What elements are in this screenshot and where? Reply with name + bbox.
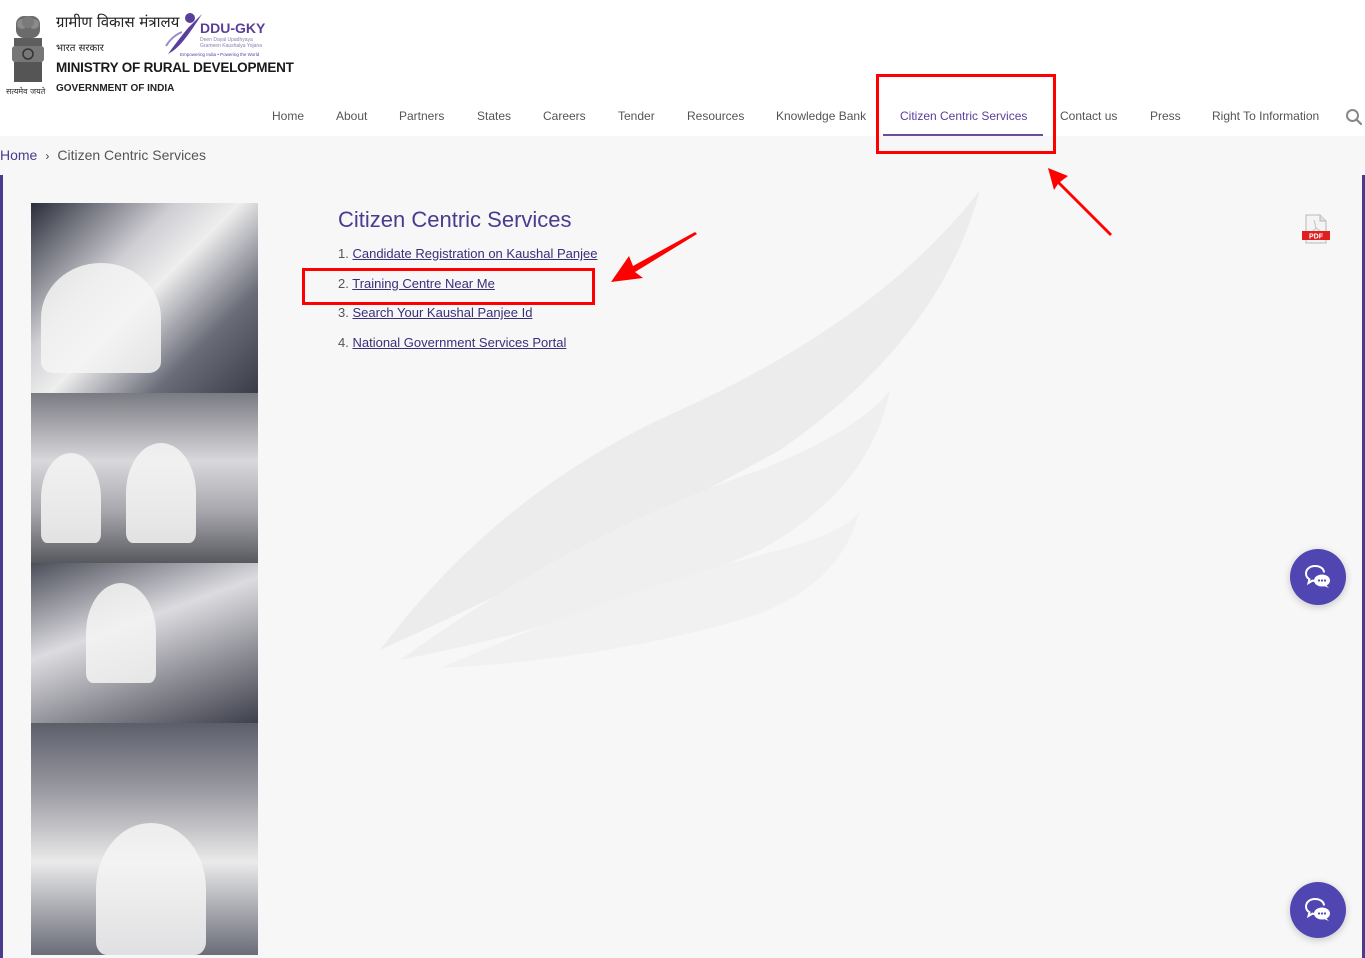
services-list: 1. Candidate Registration on Kaushal Pan… [338, 246, 597, 364]
service-link-national-govt-services-portal[interactable]: National Government Services Portal [352, 335, 566, 350]
service-number: 4. [338, 334, 349, 350]
photo-figure [86, 583, 156, 683]
photo-figure [126, 443, 196, 543]
site-header: सत्यमेव जयते ग्रामीण विकास मंत्रालय भारत… [0, 0, 1365, 136]
breadcrumb-home[interactable]: Home [0, 147, 37, 163]
ministry-logo[interactable]: सत्यमेव जयते ग्रामीण विकास मंत्रालय भारत… [4, 6, 294, 98]
pdf-download-icon[interactable]: PDF [1302, 214, 1330, 244]
annotation-arrow-icon [1048, 168, 1112, 236]
nav-press[interactable]: Press [1150, 109, 1181, 123]
nav-citizen-centric-services[interactable]: Citizen Centric Services [900, 109, 1027, 123]
nav-careers[interactable]: Careers [543, 109, 586, 123]
pdf-label: PDF [1309, 234, 1324, 241]
side-banner-photo [31, 203, 258, 955]
breadcrumb: Home › Citizen Centric Services [0, 147, 206, 163]
photo-figure [41, 453, 101, 543]
nav-about[interactable]: About [336, 109, 367, 123]
service-number: 1. [338, 246, 349, 261]
page-title: Citizen Centric Services [338, 207, 572, 232]
service-number: 2. [338, 275, 349, 291]
active-nav-underline [883, 134, 1043, 136]
nav-resources[interactable]: Resources [687, 109, 744, 123]
service-link-candidate-registration[interactable]: Candidate Registration on Kaushal Panjee [352, 246, 597, 261]
national-emblem-icon [12, 16, 44, 82]
chat-button[interactable] [1290, 882, 1346, 938]
photo-figure [96, 823, 206, 955]
service-item: 3. Search Your Kaushal Panjee Id [338, 305, 597, 335]
photo-figure [41, 263, 161, 373]
breadcrumb-separator: › [45, 149, 50, 163]
nav-knowledge-bank[interactable]: Knowledge Bank [776, 109, 866, 123]
service-link-search-kaushal-panjee-id[interactable]: Search Your Kaushal Panjee Id [352, 305, 532, 320]
service-item: 1. Candidate Registration on Kaushal Pan… [338, 246, 597, 276]
nav-home[interactable]: Home [272, 109, 304, 123]
service-item: 2. Training Centre Near Me [338, 276, 597, 306]
nav-partners[interactable]: Partners [399, 109, 444, 123]
ddu-subtitle-line2: Grameen Kaushalya Yojana [200, 43, 262, 49]
service-item: 4. National Government Services Portal [338, 335, 597, 365]
breadcrumb-current: Citizen Centric Services [57, 147, 206, 163]
nav-tender[interactable]: Tender [618, 109, 655, 123]
government-name: GOVERNMENT OF INDIA [56, 83, 175, 94]
chat-button[interactable] [1290, 549, 1346, 605]
ddu-gky-subtitle: Deen Dayal Upadhyaya Grameen Kaushalya Y… [200, 37, 262, 49]
ddu-gky-tagline: Empowering India • Powering the World [180, 52, 260, 57]
main-nav: Home About Partners States Careers Tende… [0, 100, 1365, 136]
ddu-gky-logo: DDU-GKY Deen Dayal Upadhyaya Grameen Kau… [164, 10, 274, 60]
hindi-ministry-name: ग्रामीण विकास मंत्रालय [56, 13, 180, 31]
content-left-border [0, 175, 3, 958]
nav-contact-us[interactable]: Contact us [1060, 109, 1117, 123]
ministry-name: MINISTRY OF RURAL DEVELOPMENT [56, 60, 294, 75]
ddu-gky-title: DDU-GKY [200, 20, 266, 36]
nav-right-to-information[interactable]: Right To Information [1212, 109, 1319, 123]
chat-bubbles-icon [1304, 565, 1330, 588]
emblem-motto: सत्यमेव जयते [6, 87, 46, 96]
search-icon[interactable] [1345, 108, 1363, 126]
service-number: 3. [338, 305, 349, 321]
chat-bubbles-icon [1304, 898, 1330, 921]
hindi-govt-name: भारत सरकार [56, 43, 104, 54]
nav-states[interactable]: States [477, 109, 511, 123]
service-link-training-centre-near-me[interactable]: Training Centre Near Me [352, 276, 495, 291]
